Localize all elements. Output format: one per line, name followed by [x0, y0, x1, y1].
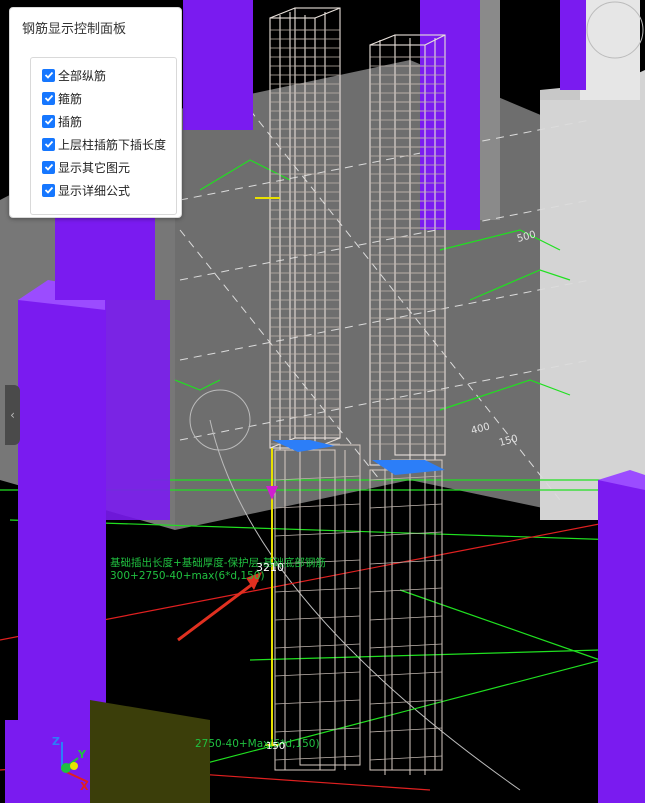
- bottom-value: 150: [266, 741, 285, 752]
- checkbox-checked-icon[interactable]: [42, 91, 55, 105]
- option-label: 显示其它图元: [58, 160, 131, 175]
- panel-title: 钢筋显示控制面板: [22, 22, 127, 37]
- right-wall: [540, 70, 645, 520]
- panel-collapse-handle[interactable]: ‹: [5, 385, 20, 445]
- checkbox-checked-icon[interactable]: [42, 183, 55, 197]
- formula-line1: 基础插出长度+基础厚度-保护层-基础底部钢筋: [110, 556, 326, 569]
- purple-column-top-right: [560, 0, 586, 90]
- axis-x-label: X: [80, 780, 89, 793]
- option-upper-column-dowel-length[interactable]: 上层柱插筋下插长度: [31, 134, 166, 154]
- checkbox-checked-icon[interactable]: [42, 114, 55, 128]
- bottom-formula: 2750-40+Max(6*d,150): [195, 738, 320, 750]
- checkbox-checked-icon[interactable]: [42, 160, 55, 174]
- option-all-longitudinal[interactable]: 全部纵筋: [31, 65, 106, 85]
- purple-column-left-back: [105, 300, 170, 520]
- option-label: 显示详细公式: [58, 183, 131, 198]
- option-label: 上层柱插筋下插长度: [58, 137, 167, 152]
- foundation-slab-top: [175, 60, 600, 530]
- option-label: 箍筋: [58, 91, 83, 106]
- option-label: 插筋: [58, 114, 83, 129]
- rebar-display-control-panel: 钢筋显示控制面板 全部纵筋 箍筋 插筋 上层柱插筋下插长度 显示其它图元 显示详…: [9, 7, 182, 218]
- top-right-block: [580, 0, 640, 100]
- purple-column-top-left: [183, 0, 253, 130]
- option-stirrups[interactable]: 箍筋: [31, 88, 82, 108]
- 3d-viewport[interactable]: 基础插出长度+基础厚度-保护层-基础底部钢筋 300+2750-40+max(6…: [0, 0, 645, 803]
- checkbox-checked-icon[interactable]: [42, 137, 55, 151]
- options-group: 全部纵筋 箍筋 插筋 上层柱插筋下插长度 显示其它图元 显示详细公式: [30, 57, 177, 215]
- chevron-left-icon: ‹: [10, 408, 15, 422]
- purple-column-right: [598, 480, 645, 803]
- formula-line2: 300+2750-40+max(6*d,150): [110, 570, 265, 582]
- option-show-detailed-formula[interactable]: 显示详细公式: [31, 180, 130, 200]
- dimension-value: 3210: [256, 561, 284, 574]
- axis-y-label: Y: [77, 748, 87, 761]
- option-dowels[interactable]: 插筋: [31, 111, 82, 131]
- option-show-other-elements[interactable]: 显示其它图元: [31, 157, 130, 177]
- checkbox-checked-icon[interactable]: [42, 68, 55, 82]
- option-label: 全部纵筋: [58, 68, 107, 83]
- axis-z-label: Z: [52, 735, 60, 748]
